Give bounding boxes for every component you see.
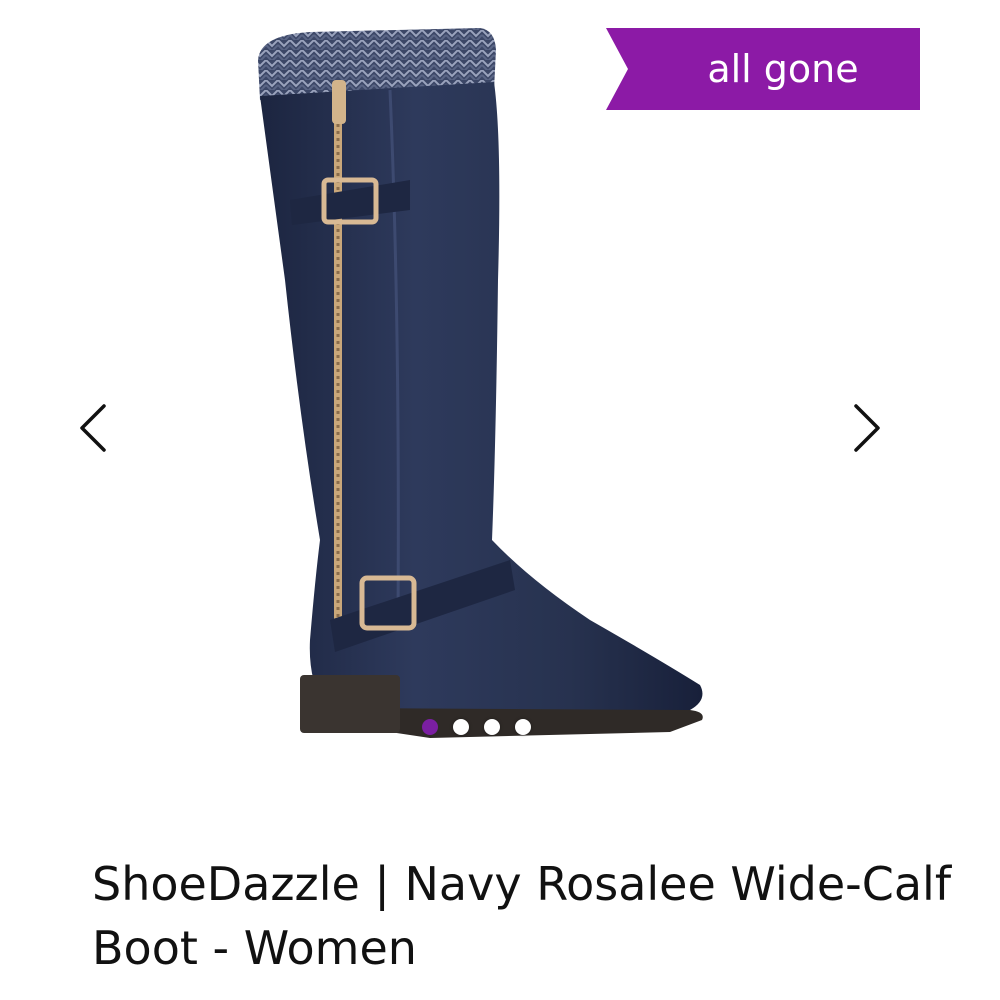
badge-label: all gone [707,47,859,91]
chevron-left-icon [80,404,106,452]
carousel-pagination [422,719,531,737]
next-image-button[interactable] [846,398,886,458]
image-carousel: all gone [0,0,1000,800]
chevron-right-icon [854,404,880,452]
carousel-dot-3[interactable] [484,719,500,735]
product-image [258,28,703,738]
carousel-dot-4[interactable] [515,719,531,735]
product-title: ShoeDazzle | Navy Rosalee Wide-Calf Boot… [92,857,952,975]
carousel-dot-1[interactable] [422,719,438,735]
product-page: all gone ShoeDazzle | Navy Rosalee Wide-… [0,0,1000,1000]
sold-out-badge: all gone [606,28,920,110]
carousel-dot-2[interactable] [453,719,469,735]
previous-image-button[interactable] [74,398,114,458]
